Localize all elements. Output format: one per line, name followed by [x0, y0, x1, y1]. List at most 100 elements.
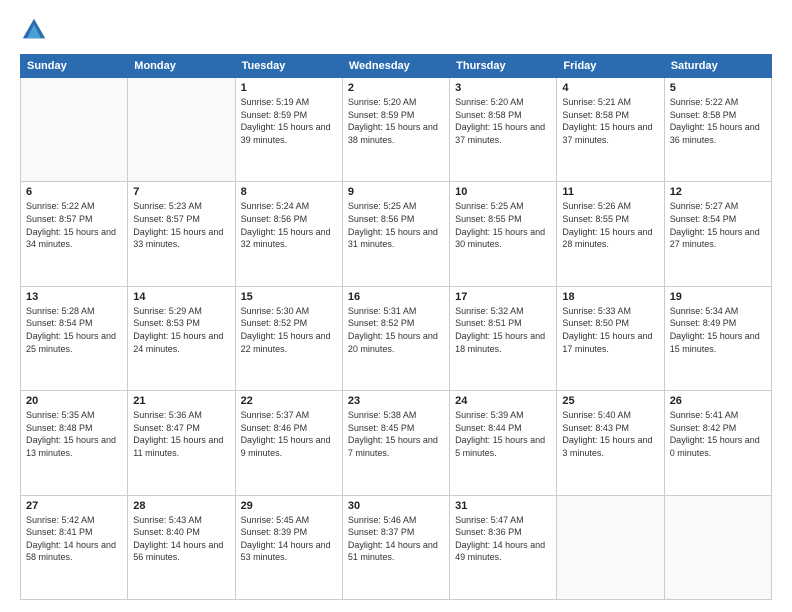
header-friday: Friday — [557, 55, 664, 78]
day-number: 29 — [241, 500, 337, 512]
day-number: 22 — [241, 395, 337, 407]
day-cell: 10 Sunrise: 5:25 AM Sunset: 8:55 PM Dayli… — [450, 182, 557, 286]
day-info: Sunrise: 5:42 AM Sunset: 8:41 PM Dayligh… — [26, 514, 122, 564]
day-cell — [128, 78, 235, 182]
header-tuesday: Tuesday — [235, 55, 342, 78]
day-cell: 15 Sunrise: 5:30 AM Sunset: 8:52 PM Dayli… — [235, 286, 342, 390]
day-info: Sunrise: 5:20 AM Sunset: 8:58 PM Dayligh… — [455, 96, 551, 146]
day-cell — [557, 495, 664, 599]
day-number: 25 — [562, 395, 658, 407]
day-number: 16 — [348, 291, 444, 303]
day-number: 23 — [348, 395, 444, 407]
day-cell: 8 Sunrise: 5:24 AM Sunset: 8:56 PM Daylig… — [235, 182, 342, 286]
day-cell: 2Sunrise: 5:20 AM Sunset: 8:59 PM Daylig… — [342, 78, 449, 182]
day-number: 1 — [241, 82, 337, 94]
day-number: 20 — [26, 395, 122, 407]
day-cell: 23 Sunrise: 5:38 AM Sunset: 8:45 PM Dayli… — [342, 391, 449, 495]
day-cell: 28 Sunrise: 5:43 AM Sunset: 8:40 PM Dayli… — [128, 495, 235, 599]
day-cell: 16 Sunrise: 5:31 AM Sunset: 8:52 PM Dayli… — [342, 286, 449, 390]
week-row-3: 20Sunrise: 5:35 AM Sunset: 8:48 PM Dayli… — [21, 391, 772, 495]
logo — [20, 16, 52, 44]
day-info: Sunrise: 5:36 AM Sunset: 8:47 PM Dayligh… — [133, 409, 229, 459]
day-number: 5 — [670, 82, 766, 94]
day-info: Sunrise: 5:39 AM Sunset: 8:44 PM Dayligh… — [455, 409, 551, 459]
day-cell: 17 Sunrise: 5:32 AM Sunset: 8:51 PM Dayli… — [450, 286, 557, 390]
day-cell: 29 Sunrise: 5:45 AM Sunset: 8:39 PM Dayli… — [235, 495, 342, 599]
day-cell: 24 Sunrise: 5:39 AM Sunset: 8:44 PM Dayli… — [450, 391, 557, 495]
day-number: 17 — [455, 291, 551, 303]
day-number: 24 — [455, 395, 551, 407]
day-number: 14 — [133, 291, 229, 303]
header — [20, 16, 772, 44]
week-row-4: 27Sunrise: 5:42 AM Sunset: 8:41 PM Dayli… — [21, 495, 772, 599]
day-cell: 3 Sunrise: 5:20 AM Sunset: 8:58 PM Daylig… — [450, 78, 557, 182]
day-cell: 22 Sunrise: 5:37 AM Sunset: 8:46 PM Dayli… — [235, 391, 342, 495]
day-info: Sunrise: 5:25 AM Sunset: 8:56 PM Dayligh… — [348, 200, 444, 250]
day-info: Sunrise: 5:30 AM Sunset: 8:52 PM Dayligh… — [241, 305, 337, 355]
calendar-page: SundayMondayTuesdayWednesdayThursdayFrid… — [0, 0, 792, 612]
day-number: 10 — [455, 186, 551, 198]
day-number: 28 — [133, 500, 229, 512]
header-thursday: Thursday — [450, 55, 557, 78]
day-cell: 9 Sunrise: 5:25 AM Sunset: 8:56 PM Daylig… — [342, 182, 449, 286]
day-cell: 25 Sunrise: 5:40 AM Sunset: 8:43 PM Dayli… — [557, 391, 664, 495]
day-info: Sunrise: 5:33 AM Sunset: 8:50 PM Dayligh… — [562, 305, 658, 355]
week-row-1: 6 Sunrise: 5:22 AM Sunset: 8:57 PM Daylig… — [21, 182, 772, 286]
day-info: Sunrise: 5:19 AM Sunset: 8:59 PM Dayligh… — [241, 96, 337, 146]
day-info: Sunrise: 5:37 AM Sunset: 8:46 PM Dayligh… — [241, 409, 337, 459]
day-cell: 21Sunrise: 5:36 AM Sunset: 8:47 PM Dayli… — [128, 391, 235, 495]
day-info: Sunrise: 5:45 AM Sunset: 8:39 PM Dayligh… — [241, 514, 337, 564]
day-info: Sunrise: 5:47 AM Sunset: 8:36 PM Dayligh… — [455, 514, 551, 564]
day-info: Sunrise: 5:24 AM Sunset: 8:56 PM Dayligh… — [241, 200, 337, 250]
day-info: Sunrise: 5:31 AM Sunset: 8:52 PM Dayligh… — [348, 305, 444, 355]
day-cell: 31 Sunrise: 5:47 AM Sunset: 8:36 PM Dayli… — [450, 495, 557, 599]
day-cell: 18 Sunrise: 5:33 AM Sunset: 8:50 PM Dayli… — [557, 286, 664, 390]
day-cell: 19 Sunrise: 5:34 AM Sunset: 8:49 PM Dayli… — [664, 286, 771, 390]
header-saturday: Saturday — [664, 55, 771, 78]
day-number: 3 — [455, 82, 551, 94]
day-info: Sunrise: 5:23 AM Sunset: 8:57 PM Dayligh… — [133, 200, 229, 250]
day-cell: 11 Sunrise: 5:26 AM Sunset: 8:55 PM Dayli… — [557, 182, 664, 286]
day-cell — [21, 78, 128, 182]
header-sunday: Sunday — [21, 55, 128, 78]
day-cell — [664, 495, 771, 599]
week-row-0: 1 Sunrise: 5:19 AM Sunset: 8:59 PM Daylig… — [21, 78, 772, 182]
day-info: Sunrise: 5:27 AM Sunset: 8:54 PM Dayligh… — [670, 200, 766, 250]
day-info: Sunrise: 5:29 AM Sunset: 8:53 PM Dayligh… — [133, 305, 229, 355]
day-number: 15 — [241, 291, 337, 303]
day-cell: 26 Sunrise: 5:41 AM Sunset: 8:42 PM Dayli… — [664, 391, 771, 495]
day-info: Sunrise: 5:40 AM Sunset: 8:43 PM Dayligh… — [562, 409, 658, 459]
day-info: Sunrise: 5:43 AM Sunset: 8:40 PM Dayligh… — [133, 514, 229, 564]
day-info: Sunrise: 5:22 AM Sunset: 8:57 PM Dayligh… — [26, 200, 122, 250]
day-number: 12 — [670, 186, 766, 198]
day-number: 6 — [26, 186, 122, 198]
calendar-table: SundayMondayTuesdayWednesdayThursdayFrid… — [20, 54, 772, 600]
day-number: 18 — [562, 291, 658, 303]
day-info: Sunrise: 5:34 AM Sunset: 8:49 PM Dayligh… — [670, 305, 766, 355]
day-number: 31 — [455, 500, 551, 512]
day-cell: 27Sunrise: 5:42 AM Sunset: 8:41 PM Dayli… — [21, 495, 128, 599]
day-cell: 20Sunrise: 5:35 AM Sunset: 8:48 PM Dayli… — [21, 391, 128, 495]
day-number: 4 — [562, 82, 658, 94]
day-number: 11 — [562, 186, 658, 198]
day-number: 26 — [670, 395, 766, 407]
day-cell: 6 Sunrise: 5:22 AM Sunset: 8:57 PM Daylig… — [21, 182, 128, 286]
day-info: Sunrise: 5:32 AM Sunset: 8:51 PM Dayligh… — [455, 305, 551, 355]
logo-icon — [20, 16, 48, 44]
header-wednesday: Wednesday — [342, 55, 449, 78]
day-number: 19 — [670, 291, 766, 303]
day-info: Sunrise: 5:26 AM Sunset: 8:55 PM Dayligh… — [562, 200, 658, 250]
header-monday: Monday — [128, 55, 235, 78]
day-cell: 5Sunrise: 5:22 AM Sunset: 8:58 PM Daylig… — [664, 78, 771, 182]
header-row: SundayMondayTuesdayWednesdayThursdayFrid… — [21, 55, 772, 78]
day-number: 9 — [348, 186, 444, 198]
day-info: Sunrise: 5:20 AM Sunset: 8:59 PM Dayligh… — [348, 96, 444, 146]
day-number: 8 — [241, 186, 337, 198]
day-number: 7 — [133, 186, 229, 198]
day-info: Sunrise: 5:28 AM Sunset: 8:54 PM Dayligh… — [26, 305, 122, 355]
day-number: 13 — [26, 291, 122, 303]
day-cell: 13 Sunrise: 5:28 AM Sunset: 8:54 PM Dayli… — [21, 286, 128, 390]
day-info: Sunrise: 5:41 AM Sunset: 8:42 PM Dayligh… — [670, 409, 766, 459]
day-info: Sunrise: 5:25 AM Sunset: 8:55 PM Dayligh… — [455, 200, 551, 250]
day-info: Sunrise: 5:38 AM Sunset: 8:45 PM Dayligh… — [348, 409, 444, 459]
